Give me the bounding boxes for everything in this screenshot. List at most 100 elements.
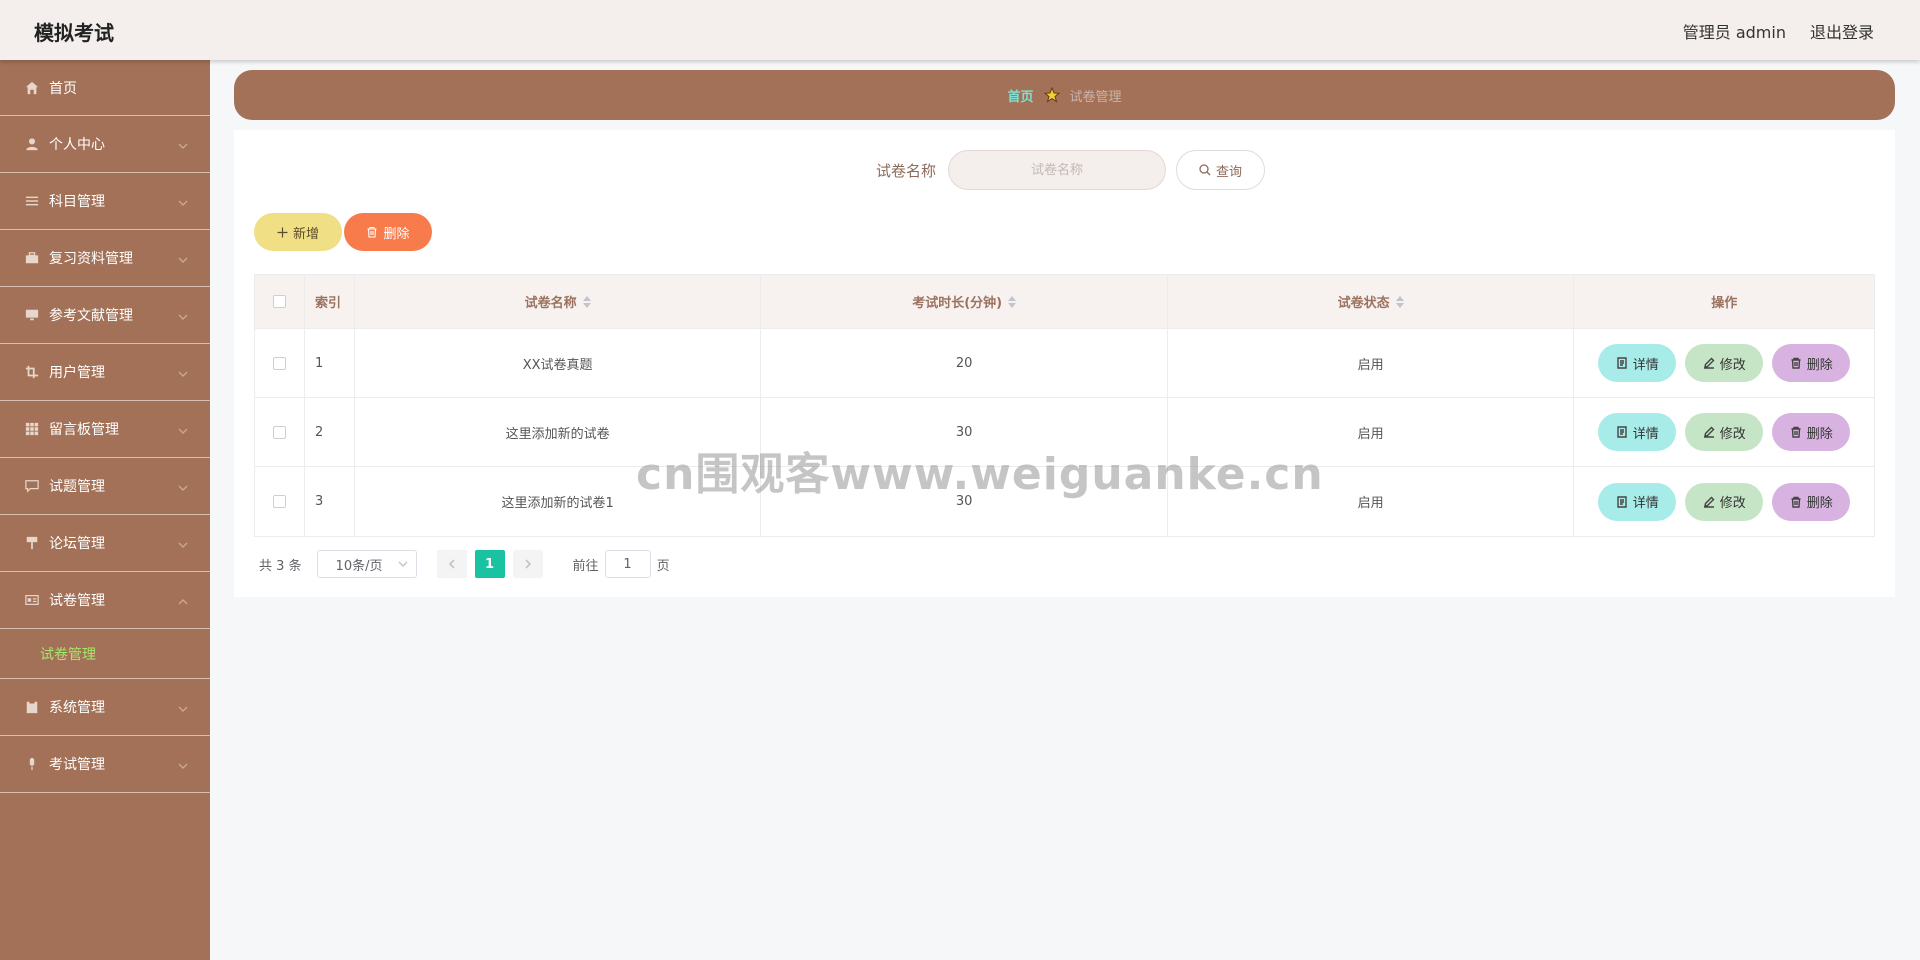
pin-icon [24, 535, 40, 551]
pagination: 共 3 条 10条/页 1 前往 页 [259, 550, 670, 578]
app-title: 模拟考试 [34, 21, 114, 45]
sidebar-item-label: 试题管理 [49, 479, 105, 495]
page-size-select[interactable]: 10条/页 [316, 550, 417, 578]
sidebar-item-review-materials[interactable]: 复习资料管理 [0, 230, 210, 287]
table-header-row: 索引 试卷名称 考试时长(分钟) 试卷状态 操作 [255, 275, 1874, 329]
main-card: 试卷名称 查询 新增 删除 索引 试卷名称 考试时长(分钟) 试卷状态 操作 1 [234, 130, 1895, 597]
detail-button[interactable]: 详情 [1598, 482, 1677, 521]
delete-button-label: 删除 [1806, 426, 1833, 442]
next-page-button[interactable] [512, 550, 543, 578]
sidebar-item-profile[interactable]: 个人中心 [0, 116, 210, 173]
sort-icon[interactable] [1008, 295, 1017, 308]
chevron-down-icon [178, 481, 188, 491]
batch-delete-button-label: 删除 [383, 226, 410, 242]
logout-button[interactable]: 退出登录 [1810, 19, 1874, 43]
sidebar-item-label: 科目管理 [49, 194, 105, 210]
sidebar-item-home[interactable]: 首页 [0, 60, 210, 116]
edit-button-label: 修改 [1719, 357, 1746, 373]
trash-icon [367, 226, 377, 238]
sort-icon[interactable] [1395, 295, 1404, 308]
goto-page-input[interactable] [604, 550, 651, 578]
sidebar-item-questions[interactable]: 试题管理 [0, 458, 210, 515]
sidebar-item-label: 复习资料管理 [49, 251, 133, 267]
sidebar-item-users[interactable]: 用户管理 [0, 344, 210, 401]
sort-icon[interactable] [582, 295, 591, 308]
header-index: 索引 [305, 275, 355, 328]
sidebar-item-papers[interactable]: 试卷管理 [0, 572, 210, 629]
detail-button-label: 详情 [1632, 496, 1659, 511]
query-button[interactable]: 查询 [1176, 150, 1265, 190]
cell-duration: 30 [761, 467, 1168, 536]
sidebar-item-label: 系统管理 [49, 700, 105, 716]
monitor-icon [24, 307, 40, 323]
edit-button[interactable]: 修改 [1685, 344, 1764, 382]
sidebar-item-system[interactable]: 系统管理 [0, 679, 210, 736]
page-number-current[interactable]: 1 [474, 550, 505, 578]
top-header: 模拟考试 管理员 admin 退出登录 [0, 0, 1920, 60]
admin-label: 管理员 admin [1682, 23, 1786, 42]
sidebar-item-forum[interactable]: 论坛管理 [0, 515, 210, 572]
chevron-left-icon [448, 559, 455, 569]
chevron-down-icon [178, 759, 188, 769]
detail-button[interactable]: 详情 [1598, 344, 1677, 382]
chevron-up-icon [178, 595, 188, 605]
delete-button[interactable]: 删除 [1772, 413, 1851, 451]
row-check-cell [255, 329, 305, 397]
chevron-down-icon [178, 310, 188, 320]
search-icon [1199, 164, 1211, 176]
cell-ops: 详情 修改 删除 [1574, 398, 1874, 466]
sidebar: 首页 个人中心 科目管理 复习资料管理 参考文献管理 用户管理 留言板管理 试题… [0, 60, 210, 960]
cell-duration: 20 [761, 329, 1168, 397]
delete-button-label: 删除 [1806, 496, 1833, 511]
home-icon [24, 80, 40, 96]
row-check-cell [255, 398, 305, 466]
delete-button[interactable]: 删除 [1772, 482, 1851, 521]
sidebar-item-references[interactable]: 参考文献管理 [0, 287, 210, 344]
id-card-icon [24, 592, 40, 608]
chevron-down-icon [178, 538, 188, 548]
header-duration[interactable]: 考试时长(分钟) [761, 275, 1168, 328]
trash-icon [1791, 496, 1801, 508]
row-checkbox[interactable] [272, 495, 286, 508]
table-row: 3 这里添加新的试卷1 30 启用 详情 修改 删除 [255, 467, 1874, 536]
sidebar-subitem-papers[interactable]: 试卷管理 [0, 629, 210, 679]
edit-icon [1703, 496, 1715, 508]
edit-button-label: 修改 [1719, 496, 1746, 511]
sidebar-item-label: 留言板管理 [49, 422, 119, 438]
mic-icon [24, 756, 40, 772]
search-input[interactable] [948, 150, 1166, 190]
cell-index: 2 [305, 398, 355, 466]
list-icon [24, 193, 40, 209]
header-name[interactable]: 试卷名称 [355, 275, 762, 328]
header-status-label: 试卷状态 [1337, 296, 1390, 311]
chevron-down-icon [178, 424, 188, 434]
breadcrumb-home[interactable]: 首页 [1007, 86, 1033, 105]
sidebar-item-subjects[interactable]: 科目管理 [0, 173, 210, 230]
search-bar: 试卷名称 查询 [234, 150, 1895, 190]
select-all-checkbox[interactable] [272, 295, 286, 308]
plus-icon [277, 227, 288, 237]
sidebar-item-messageboard[interactable]: 留言板管理 [0, 401, 210, 458]
add-button-label: 新增 [292, 226, 319, 242]
delete-button[interactable]: 删除 [1772, 344, 1851, 382]
row-checkbox[interactable] [272, 425, 286, 439]
edit-button[interactable]: 修改 [1685, 413, 1764, 451]
user-icon [24, 136, 40, 152]
row-checkbox[interactable] [272, 356, 286, 370]
chevron-down-icon [178, 139, 188, 149]
cell-ops: 详情 修改 删除 [1574, 329, 1874, 397]
query-button-label: 查询 [1215, 164, 1242, 180]
detail-button-label: 详情 [1632, 357, 1659, 373]
breadcrumb-current: 试卷管理 [1069, 89, 1122, 105]
batch-delete-button[interactable]: 删除 [344, 213, 432, 251]
papers-table: 索引 试卷名称 考试时长(分钟) 试卷状态 操作 1 XX试卷真题 20 启用 … [254, 274, 1875, 537]
edit-button[interactable]: 修改 [1685, 482, 1764, 521]
crop-icon [24, 364, 40, 380]
prev-page-button[interactable] [436, 550, 467, 578]
detail-button[interactable]: 详情 [1598, 413, 1677, 451]
add-button[interactable]: 新增 [254, 213, 342, 251]
sidebar-item-exams[interactable]: 考试管理 [0, 736, 210, 793]
header-status[interactable]: 试卷状态 [1168, 275, 1575, 328]
cell-name: 这里添加新的试卷1 [355, 467, 762, 536]
search-label: 试卷名称 [875, 161, 936, 180]
